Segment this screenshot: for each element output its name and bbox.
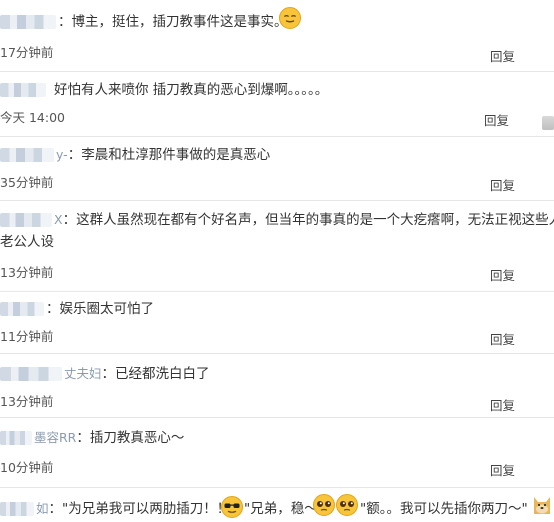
username-blurred[interactable] <box>0 431 32 445</box>
comment-time: 10分钟前 <box>0 460 54 475</box>
reply-button[interactable]: 回复 <box>490 331 515 349</box>
username-blurred[interactable] <box>0 302 44 316</box>
reply-button[interactable]: 回复 <box>484 112 509 130</box>
pleading-emoji-icon <box>313 494 335 516</box>
comment-item: X：这群人虽然现在都有个好名声，但当年的事真的是一个大疙瘩啊，无法正视这些人好 … <box>0 201 554 292</box>
reply-button[interactable]: 回复 <box>490 397 515 415</box>
comment-text-line: 好怕有人来喷你 插刀教真的恶心到爆啊。。。。。 <box>0 80 328 100</box>
username-blurred[interactable] <box>0 148 54 162</box>
comment-text-line: X：这群人虽然现在都有个好名声，但当年的事真的是一个大疙瘩啊，无法正视这些人好 <box>0 210 554 230</box>
comment-text-line: 墨容RR：插刀教真恶心～ <box>0 428 184 448</box>
comment-text-part-c: "额。。我可以先插你两刀～" <box>360 501 528 517</box>
comment-text-line: 丈夫妇：已经都洗白白了 <box>0 364 210 384</box>
comment-text-line: ：博主，挺住，插刀教事件这是事实。 <box>0 12 288 32</box>
comment-text-part-a: ："为兄弟我可以两肋插刀！！ <box>48 501 231 517</box>
comment-time: 35分钟前 <box>0 175 54 190</box>
comment-text-line: 如："为兄弟我可以两肋插刀！！ <box>0 499 230 519</box>
sunglasses-emoji-icon <box>221 496 243 518</box>
username-blurred[interactable] <box>0 83 46 97</box>
comment-text-line: y-：李晨和杜淳那件事做的是真恶心 <box>0 145 270 165</box>
reply-button[interactable]: 回复 <box>490 462 515 480</box>
username-visible[interactable]: y- <box>56 147 68 162</box>
comment-time: 11分钟前 <box>0 329 54 344</box>
comment-text-line: "兄弟，稳～ <box>244 499 318 519</box>
smile-emoji-icon <box>279 7 301 29</box>
reply-button[interactable]: 回复 <box>490 48 515 66</box>
comment-text: ：这群人虽然现在都有个好名声，但当年的事真的是一个大疙瘩啊，无法正视这些人好 <box>62 212 554 228</box>
comment-text-continued: 老公人设 <box>0 234 54 250</box>
doge-emoji-icon <box>534 497 550 514</box>
comment-item: 好怕有人来喷你 插刀教真的恶心到爆啊。。。。。 今天 14:00 回复 <box>0 72 554 137</box>
username-visible[interactable]: 丈夫妇 <box>64 366 102 381</box>
reply-button[interactable]: 回复 <box>490 177 515 195</box>
comment-item: 墨容RR：插刀教真恶心～ 10分钟前 回复 <box>0 418 554 488</box>
comment-text-line: "额。。我可以先插你两刀～" <box>360 499 528 519</box>
comment-time: 13分钟前 <box>0 265 54 280</box>
comment-item: y-：李晨和杜淳那件事做的是真恶心 35分钟前 回复 <box>0 137 554 201</box>
comment-item: 丈夫妇：已经都洗白白了 13分钟前 回复 <box>0 354 554 418</box>
comment-text: 好怕有人来喷你 插刀教真的恶心到爆啊。。。。。 <box>54 82 329 98</box>
username-blurred[interactable] <box>0 213 52 227</box>
username-visible[interactable]: 如 <box>36 501 49 516</box>
username-blurred[interactable] <box>0 367 62 381</box>
comment-item: 如："为兄弟我可以两肋插刀！！ "兄弟，稳～ "额。。我可以先插你两刀～" <box>0 488 554 522</box>
scroll-edge-marker <box>542 116 554 130</box>
comment-item: ：博主，挺住，插刀教事件这是事实。 17分钟前 回复 <box>0 0 554 72</box>
comment-list: ：博主，挺住，插刀教事件这是事实。 17分钟前 回复 好怕有人来喷你 插刀教真的… <box>0 0 554 522</box>
comment-time: 13分钟前 <box>0 394 54 409</box>
reply-button[interactable]: 回复 <box>490 267 515 285</box>
pleading-emoji-icon <box>336 494 358 516</box>
username-blurred[interactable] <box>0 15 56 29</box>
username-blurred[interactable] <box>0 502 34 516</box>
comment-text-line: ：娱乐圈太可怕了 <box>0 299 154 319</box>
comment-time: 17分钟前 <box>0 45 54 60</box>
comment-text-part-b: "兄弟，稳～ <box>244 501 318 517</box>
comment-text: ：李晨和杜淳那件事做的是真恶心 <box>67 147 271 163</box>
comment-time: 今天 14:00 <box>0 110 65 125</box>
comment-text: ：已经都洗白白了 <box>101 366 210 382</box>
username-visible[interactable]: 墨容RR <box>34 430 76 445</box>
comment-text: ：博主，挺住，插刀教事件这是事实。 <box>58 14 288 30</box>
comment-text: ：插刀教真恶心～ <box>76 430 185 446</box>
username-visible[interactable]: X <box>54 212 63 227</box>
comment-item: ：娱乐圈太可怕了 11分钟前 回复 <box>0 292 554 354</box>
comment-text: ：娱乐圈太可怕了 <box>46 301 154 317</box>
